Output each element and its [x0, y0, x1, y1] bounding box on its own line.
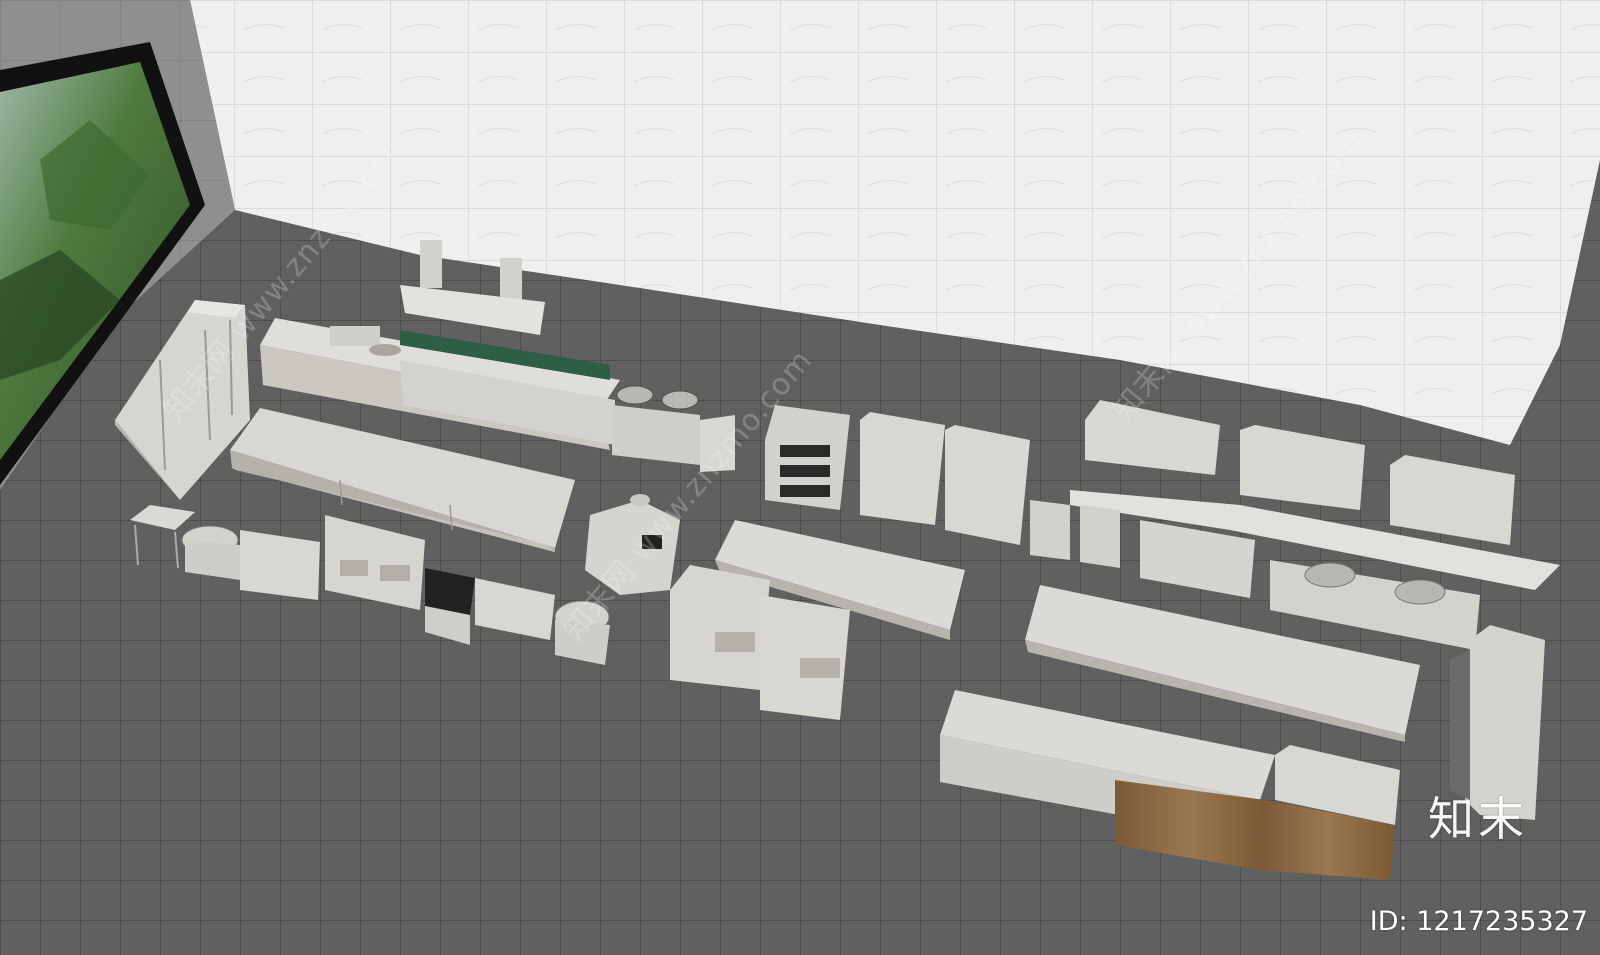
- brand-logo-text: 知末: [1428, 792, 1528, 846]
- kitchen-render-scene: 知末网 www.znzmo.com 知末网 www.znzmo.com 知末网 …: [0, 0, 1600, 955]
- kitchen-illustration: [0, 0, 1600, 955]
- image-id-label: ID: 1217235327: [1369, 906, 1588, 937]
